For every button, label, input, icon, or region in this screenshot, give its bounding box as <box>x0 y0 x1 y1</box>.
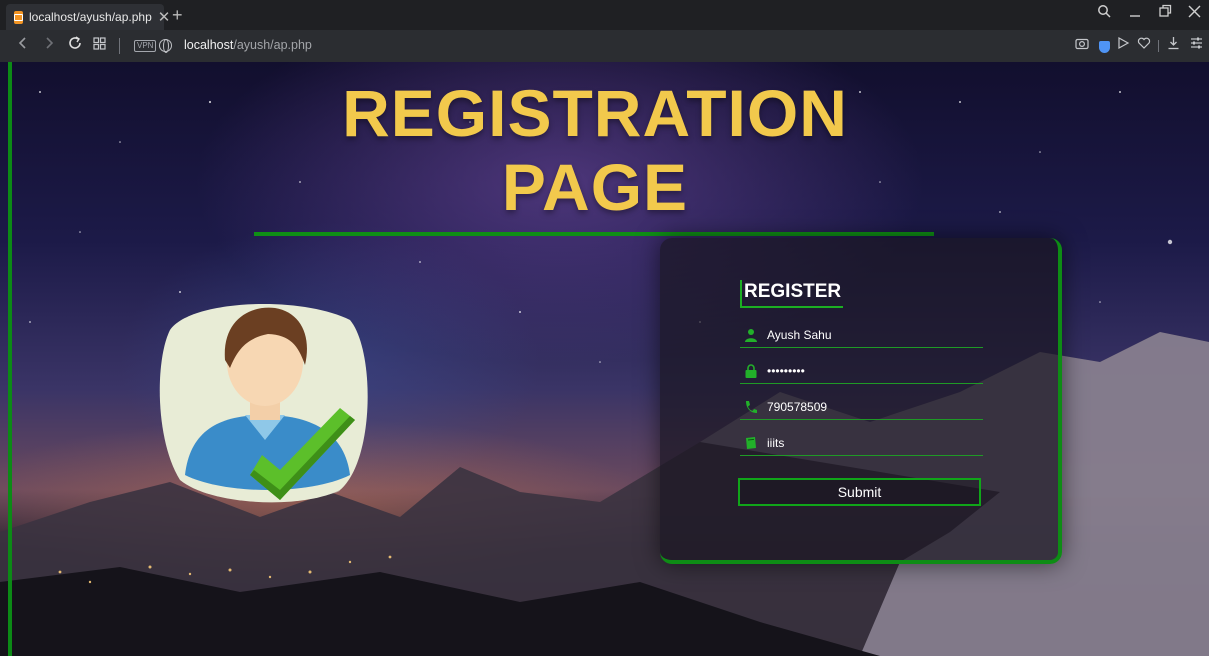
close-tab-icon[interactable]: ✕ <box>158 10 171 25</box>
back-icon[interactable] <box>18 35 28 57</box>
title-underline <box>254 232 934 236</box>
page-title-line2: PAGE <box>501 150 689 224</box>
book-icon <box>746 437 756 449</box>
address-bar: VPN localhost/ayush/ap.php <box>0 30 1209 62</box>
restore-icon[interactable] <box>1159 3 1172 25</box>
download-icon[interactable] <box>1167 36 1180 56</box>
search-icon[interactable] <box>1097 3 1111 25</box>
name-input[interactable] <box>767 324 967 346</box>
vpn-badge[interactable]: VPN <box>134 40 157 52</box>
url-path: /ayush/ap.php <box>233 38 312 52</box>
phone-input[interactable] <box>767 396 967 418</box>
tab-title: localhost/ayush/ap.php <box>29 10 152 24</box>
url-field[interactable]: localhost/ayush/ap.php <box>184 38 312 52</box>
toolbar-divider <box>119 38 120 54</box>
minimize-icon[interactable] <box>1129 3 1141 25</box>
toolbar-divider <box>1158 40 1159 52</box>
heart-icon[interactable] <box>1137 36 1151 56</box>
favicon-icon <box>14 10 23 24</box>
password-field[interactable] <box>740 358 983 384</box>
page-viewport: REGISTRATION PAGE REGISTER Ayush Sahu 79… <box>0 62 1209 656</box>
shield-icon[interactable] <box>1099 41 1110 53</box>
browser-tab[interactable]: localhost/ayush/ap.php ✕ <box>6 4 170 30</box>
phone-icon <box>746 401 757 413</box>
lock-icon <box>745 364 757 378</box>
snapshot-icon[interactable] <box>1075 36 1089 56</box>
reload-icon[interactable] <box>68 35 82 57</box>
user-icon <box>745 329 757 342</box>
easy-setup-icon[interactable] <box>1190 36 1203 56</box>
speed-dial-icon[interactable] <box>93 35 106 57</box>
name-field[interactable] <box>740 322 983 348</box>
url-host: localhost <box>184 38 234 52</box>
college-input[interactable] <box>767 432 967 454</box>
flow-icon[interactable] <box>1117 36 1130 56</box>
registration-form: REGISTER Submit <box>660 238 1062 564</box>
user-avatar-illustration <box>159 303 368 503</box>
college-field[interactable] <box>740 430 983 456</box>
forward-icon[interactable] <box>44 35 54 57</box>
password-input[interactable] <box>767 360 967 382</box>
submit-button[interactable]: Submit <box>738 478 981 506</box>
browser-tab-bar: localhost/ayush/ap.php ✕ + <box>0 0 1209 30</box>
page-title: REGISTRATION PAGE <box>250 76 940 224</box>
page-title-line1: REGISTRATION <box>342 76 848 150</box>
phone-field[interactable] <box>740 394 983 420</box>
form-title: REGISTER <box>740 280 844 308</box>
left-accent-bar <box>8 62 12 656</box>
site-info-icon[interactable] <box>159 39 172 53</box>
new-tab-icon[interactable]: + <box>172 4 183 26</box>
close-window-icon[interactable] <box>1188 3 1201 25</box>
